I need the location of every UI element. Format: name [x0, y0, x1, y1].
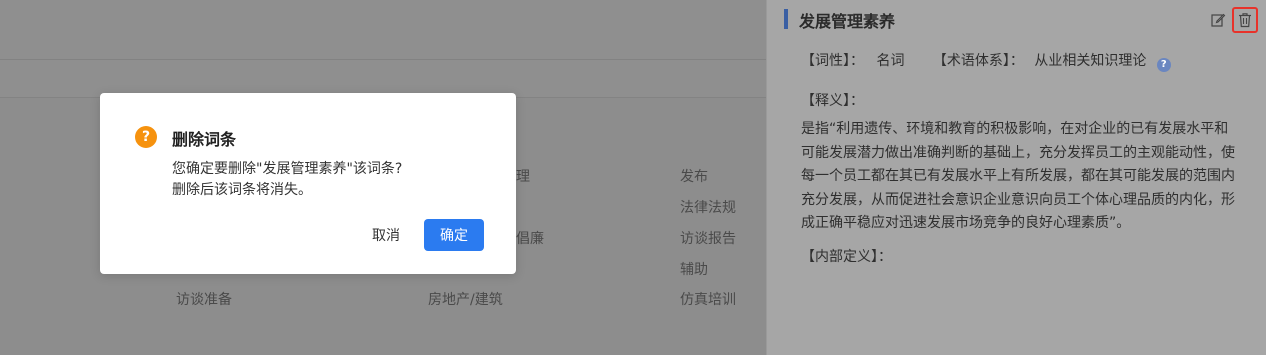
term-detail-drawer: 发展管理素养 【词性】： 名词 【术语体系】： 从业相关知识理论 ? 【释义】：… [766, 0, 1266, 355]
term-meta-row: 【词性】： 名词 【术语体系】： 从业相关知识理论 ? [801, 50, 1171, 72]
table-cell[interactable]: 理 [516, 166, 530, 186]
internal-definition-label: 【内部定义】： [801, 249, 892, 265]
question-circle-icon[interactable]: ? [1156, 57, 1171, 72]
trash-icon [1239, 13, 1251, 28]
term-system-value: 从业相关知识理论 [1034, 53, 1147, 69]
table-cell[interactable]: 访谈报告 [680, 228, 736, 248]
delete-button[interactable] [1232, 7, 1258, 33]
title-accent-bar [784, 9, 788, 29]
table-cell[interactable]: 辅助 [680, 259, 708, 279]
term-system-label: 【术语体系】： [932, 53, 1024, 69]
edit-icon[interactable] [1210, 12, 1226, 28]
definition-text: 是指“利用遗传、环境和教育的积极影响，在对企业的已有发展水平和可能发展潜力做出准… [801, 121, 1235, 231]
table-cell[interactable]: 访谈准备 [176, 289, 232, 309]
confirm-button[interactable]: 确定 [424, 219, 484, 251]
question-icon: ? [135, 126, 157, 148]
table-cell[interactable]: 法律法规 [680, 197, 736, 217]
table-cell[interactable]: 倡廉 [516, 228, 544, 248]
dialog-message-line1: 您确定要删除"发展管理素养"该词条? [172, 161, 403, 177]
table-cell[interactable]: 房地产/建筑 [428, 289, 503, 309]
delete-confirm-dialog: ? 删除词条 您确定要删除"发展管理素养"该词条? 删除后该词条将消失。 取消 … [100, 93, 516, 274]
dialog-title: 删除词条 [172, 130, 237, 149]
drawer-title: 发展管理素养 [799, 12, 896, 31]
cancel-button[interactable]: 取消 [358, 219, 414, 251]
part-of-speech-label: 【词性】： [801, 53, 864, 69]
table-cell[interactable]: 仿真培训 [680, 289, 736, 309]
definition-label: 【释义】： [801, 93, 864, 109]
dialog-message-line2: 删除后该词条将消失。 [172, 182, 312, 198]
part-of-speech-value: 名词 [876, 53, 905, 69]
table-cell[interactable]: 发布 [680, 166, 708, 186]
